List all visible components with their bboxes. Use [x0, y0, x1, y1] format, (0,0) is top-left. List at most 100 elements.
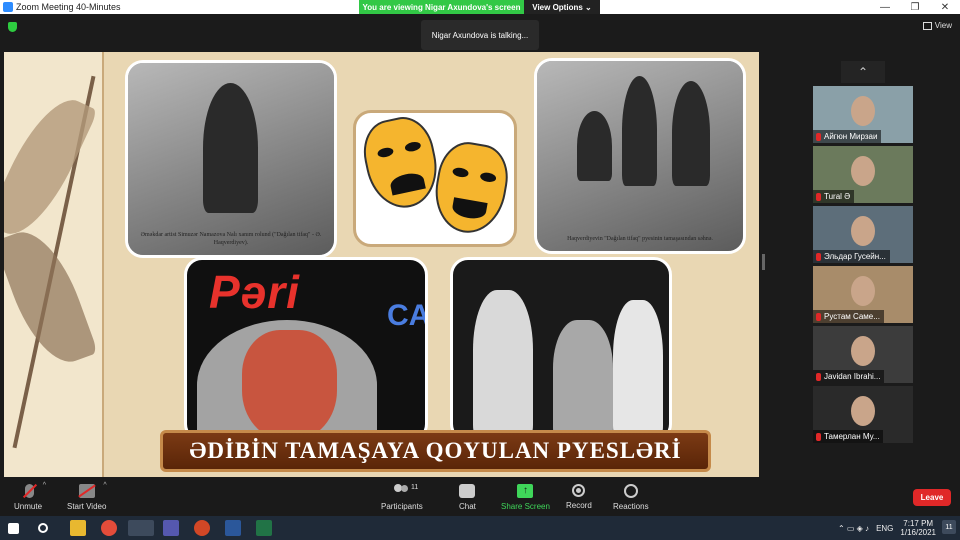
share-banner: You are viewing Nigar Axundova's screen … [359, 0, 600, 14]
theatre-photo-actress: Əməkdar artist Simuzər Namazova Nalı xan… [125, 60, 337, 258]
participant-face [851, 276, 875, 306]
participant-name: Тамерлан Му... [824, 432, 880, 441]
photo-caption: Haqverdiyevin "Dağılan tifaq" pyesinin t… [567, 236, 713, 242]
muted-mic-icon [816, 432, 821, 441]
notifications-icon[interactable]: 11 [942, 520, 956, 534]
participant-label: Айгюн Мирзаи [813, 130, 882, 143]
participant-name: Javidan Ibrahi... [824, 372, 881, 381]
panel-resize-handle[interactable] [762, 254, 765, 270]
participant-tile[interactable]: Айгюн Мирзаи [813, 86, 913, 143]
share-screen-button[interactable]: ↑ Share Screen [501, 484, 550, 511]
muted-mic-icon [816, 192, 821, 201]
unmute-button[interactable]: ^ Unmute [14, 482, 46, 511]
participant-label: Эльдар Гусейн... [813, 250, 890, 263]
clock[interactable]: 7:17 PM 1/16/2021 [900, 519, 936, 537]
view-options-button[interactable]: View Options ⌄ [524, 0, 600, 14]
chat-label: Chat [459, 502, 476, 511]
share-screen-label: Share Screen [501, 502, 550, 511]
dancer-figure [473, 290, 533, 439]
unmute-label: Unmute [14, 502, 43, 511]
close-button[interactable]: ✕ [930, 2, 960, 13]
actor-figure [577, 111, 612, 181]
file-explorer-icon[interactable] [70, 520, 86, 536]
participant-tile[interactable]: Рустам Саме... [813, 266, 913, 323]
happy-mask-icon [428, 137, 514, 239]
actor-figure [672, 81, 710, 186]
mask-eye [479, 171, 497, 184]
reactions-button[interactable]: Reactions [613, 484, 649, 511]
tray-icons[interactable]: ⌃ ▭ ◈ ♪ [838, 524, 869, 533]
clock-time: 7:17 PM [903, 519, 934, 528]
leaf-image [4, 87, 99, 247]
mask-eye [376, 146, 395, 159]
chevron-up-icon[interactable]: ^ [43, 482, 46, 489]
participants-count-badge: 11 [411, 484, 419, 491]
chat-icon [459, 484, 476, 498]
photo-caption: Əməkdar artist Simuzər Namazova Nalı xan… [140, 232, 322, 246]
participant-label: Рустам Саме... [813, 310, 884, 323]
excel-icon[interactable] [256, 520, 272, 536]
participants-label: Participants [381, 502, 423, 511]
minimize-button[interactable]: — [870, 2, 900, 13]
security-shield-icon[interactable] [8, 22, 17, 32]
start-video-button[interactable]: ^ Start Video [67, 482, 107, 511]
participant-face [851, 216, 875, 246]
view-label: View [934, 21, 952, 30]
slide-banner-title: ƏDİBİN TAMAŞAYA QOYULAN PYESLƏRİ [160, 430, 711, 472]
language-indicator[interactable]: ENG [876, 524, 893, 533]
poster-title: Pəri [209, 266, 300, 318]
participant-face [851, 396, 875, 426]
zoom-taskbar-icon[interactable] [128, 520, 154, 536]
participant-tile[interactable]: Javidan Ibrahi... [813, 326, 913, 383]
reactions-label: Reactions [613, 502, 649, 511]
mask-mouth [451, 197, 488, 221]
start-video-label: Start Video [67, 502, 107, 511]
windows-start-icon[interactable] [8, 523, 19, 534]
participant-name: Айгюн Мирзаи [824, 132, 878, 141]
teams-icon[interactable] [163, 520, 179, 536]
pari-cadu-poster: Pəri CADU [184, 257, 428, 442]
restore-button[interactable]: ❐ [900, 2, 930, 13]
word-icon[interactable] [225, 520, 241, 536]
reactions-icon [623, 484, 638, 498]
search-icon[interactable] [38, 523, 48, 533]
dancer-figure [613, 300, 663, 439]
video-off-icon: ^ [78, 482, 107, 498]
record-icon [572, 484, 586, 497]
zoom-logo-icon [3, 2, 13, 12]
active-speaker-tooltip: Nigar Axundova is talking... [421, 20, 539, 50]
participant-name: Эльдар Гусейн... [824, 252, 886, 261]
view-button[interactable]: View [922, 21, 952, 30]
sad-mask-icon [357, 111, 445, 215]
chevron-up-icon: ⌃ [857, 65, 869, 79]
actress-figure [203, 83, 258, 213]
theatre-photo-scene: Haqverdiyevin "Dağılan tifaq" pyesinin t… [534, 58, 746, 254]
participant-tile[interactable]: Эльдар Гусейн... [813, 206, 913, 263]
participant-label: Тамерлан Му... [813, 430, 884, 443]
dancer-figure [553, 320, 613, 439]
chevron-up-icon[interactable]: ^ [103, 482, 106, 489]
participants-icon [393, 484, 410, 498]
muted-mic-icon [816, 372, 821, 381]
participant-tile[interactable]: Тамерлан Му... [813, 386, 913, 443]
gallery-scroll-up-button[interactable]: ⌃ [841, 61, 885, 83]
participant-label: Javidan Ibrahi... [813, 370, 885, 383]
chat-button[interactable]: Chat [459, 484, 476, 511]
participant-name: Рустам Саме... [824, 312, 880, 321]
muted-microphone-icon: ^ [25, 482, 46, 498]
record-label: Record [566, 501, 592, 510]
clock-date: 1/16/2021 [900, 528, 936, 537]
powerpoint-icon[interactable] [194, 520, 210, 536]
mask-eye [404, 140, 422, 153]
chrome-icon[interactable] [101, 520, 117, 536]
meeting-toolbar: ^ Unmute ^ Start Video Participants 11 C… [0, 480, 960, 516]
theatre-photo-dancers [450, 257, 672, 442]
theatre-masks-image [353, 110, 517, 247]
actor-figure [622, 76, 657, 186]
grid-view-icon [922, 21, 932, 30]
record-button[interactable]: Record [566, 484, 592, 510]
windows-taskbar: ⌃ ▭ ◈ ♪ ENG 7:17 PM 1/16/2021 11 [0, 516, 960, 540]
participant-tile[interactable]: Tural Ə [813, 146, 913, 203]
leave-button[interactable]: Leave [913, 489, 951, 506]
participant-label: Tural Ə [813, 190, 855, 203]
